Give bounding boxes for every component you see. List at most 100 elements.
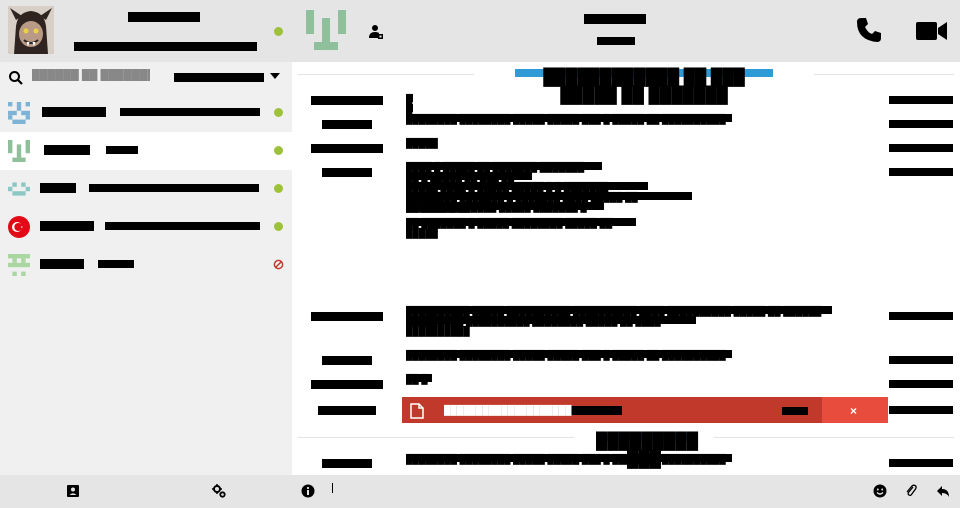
contact-name: █████	[44, 145, 90, 155]
message-line: ██ ███████ █ █████ ████████ █████ ██ ███…	[406, 218, 636, 238]
day-separator-text: ████████████ ██ ███ █████ ██ ███████	[515, 68, 773, 104]
add-contact-icon[interactable]	[66, 484, 80, 498]
file-icon	[410, 403, 424, 419]
contact-item[interactable]: █████ █████	[0, 132, 292, 170]
close-icon: ×	[850, 404, 858, 418]
chat-title: ████████	[584, 14, 646, 24]
message-row[interactable]: ████████ ████████ █████ ███ ██ ███ █ ████ █…	[292, 454, 960, 472]
user-avatar[interactable]	[8, 6, 54, 54]
online-status-dot	[274, 108, 283, 117]
contact-filter-dropdown[interactable]: ██████ ███████	[174, 71, 284, 85]
message-line: █	[406, 94, 413, 104]
message-line: ████████ ████████ █████ █████ ███ █ ████…	[406, 350, 732, 360]
message-time: █████████ ██	[889, 380, 953, 388]
user-settings-icon[interactable]	[368, 24, 384, 40]
day-separator-text: █████████ ███	[596, 432, 699, 468]
contacts-panel: ██████████ █████ ████ ████████████ █████…	[0, 0, 292, 475]
blocked-status-icon	[273, 259, 284, 270]
message-row[interactable]: ████████████ █ █ █████████ ██	[292, 94, 960, 116]
message-time: █████████ ██	[889, 459, 953, 467]
emoji-icon[interactable]	[873, 484, 887, 498]
message-author: ████████████	[311, 380, 383, 389]
message-row[interactable]: ████████ ████████ █████ ███ ██ ███ █ ████ █…	[292, 114, 960, 132]
day-separator-label: ████████████ ██ ███ █████ ██ ███████	[474, 64, 814, 104]
info-icon[interactable]	[301, 484, 315, 498]
chat-header: ████████ █████	[292, 0, 960, 62]
video-camera-icon[interactable]	[916, 18, 948, 44]
message-line: █	[406, 104, 413, 114]
profile-header: ██████████ █████ ████ ████████████	[0, 0, 292, 62]
identicon-teal-icon	[8, 182, 30, 196]
message-row[interactable]: ████████ ████████ █████ ███ ██ ███ █ ████ █…	[292, 350, 960, 368]
message-line: ████████ ████████ █████ █████ ███ █ ████…	[406, 454, 732, 464]
contact-last-message: ██████ ████ ███████ ██ █████	[105, 222, 260, 230]
file-transfer-bar[interactable]: ████████████████████ █ ██ ×	[402, 397, 888, 423]
message-area[interactable]: ████████████ ██ ███ █████ ██ ███████ █ █ █…	[292, 62, 960, 475]
message-text: ████████ ████████ █████ █████ ███ █ ████…	[406, 454, 732, 464]
search-bar: ██████ ██ █████	[0, 62, 292, 94]
app-window: ██████ ██ ██ █████ ████ ████████████ ██ ███…	[0, 0, 960, 508]
turkey-flag-icon	[8, 216, 30, 238]
contact-name: ██████	[40, 221, 94, 231]
profile-status-message[interactable]: █████ ████ ████████████	[74, 42, 257, 51]
contact-item[interactable]: ████ █ ███ ███████ ███ █████ ██ ████	[0, 170, 292, 208]
message-author: ████████████	[311, 144, 383, 153]
profile-name[interactable]: ██████████	[128, 12, 200, 22]
message-row[interactable]: ████████████ █████ █████████ ██	[292, 138, 960, 156]
message-line: ██ ████ █ ██████ █████ ███████ █	[406, 202, 604, 212]
bottom-toolbar	[0, 475, 960, 508]
identicon-lightgreen-icon	[8, 254, 30, 276]
message-author: ████████	[322, 356, 372, 365]
identicon-green-icon[interactable]	[306, 10, 346, 50]
message-author: ████████	[322, 459, 372, 468]
message-author: ████████████	[311, 312, 383, 321]
message-row[interactable]: ██████████ ██ ███ ███████ ███ ██ ████████ ██…	[292, 306, 960, 336]
message-line: ████ █ █████ ██ ███████ ███████	[406, 162, 602, 172]
contact-item[interactable]: ██████ ██████ ████ ███████ ██ █████	[0, 208, 292, 246]
message-text: ████████ ████████ █████ █████ ███ █ ████…	[406, 350, 732, 360]
message-input[interactable]	[330, 483, 850, 499]
reply-icon[interactable]	[936, 484, 950, 498]
message-line: ██ █	[406, 374, 432, 384]
message-text: █████	[406, 138, 438, 148]
online-status-dot[interactable]	[274, 27, 283, 36]
message-line: ████████ ████████ █████ █████ ███ █ ████…	[406, 114, 732, 124]
online-status-dot	[274, 222, 283, 231]
message-time: █████████ ██	[889, 96, 953, 104]
message-line: █████	[406, 138, 438, 148]
contact-name: ████	[40, 183, 76, 193]
message-time: █████████ ██	[889, 120, 953, 128]
message-time: █████████ ██	[889, 168, 953, 176]
chevron-down-icon	[270, 73, 280, 79]
message-text: █ █	[406, 94, 413, 114]
attachment-icon[interactable]	[904, 484, 918, 498]
contact-item[interactable]: █████ ███████	[0, 246, 292, 284]
message-row[interactable]: ████████████ ██ █ █████████ ██	[292, 374, 960, 392]
search-icon	[9, 71, 23, 85]
chat-subtitle: █████	[597, 37, 635, 45]
identicon-green-icon	[8, 140, 30, 162]
filter-label: ██████ ███████	[174, 72, 264, 82]
day-separator-label: █████████ ███	[574, 428, 714, 468]
message-author: ████████	[322, 168, 372, 177]
message-time: █████████ ██	[889, 406, 953, 414]
message-text: ████████ ████████ █████ █████ ███ █ ████…	[406, 114, 732, 124]
contact-item[interactable]: ███████ ████ ██ ███ ███████ █████	[0, 94, 292, 132]
message-line: ██ █ █████ ██ ███ ██	[406, 172, 532, 182]
contact-last-message: █ ███ ███████ ███ █████ ██ ████	[89, 184, 259, 192]
phone-icon[interactable]	[855, 16, 883, 44]
message-text: ██████████ █████ ██████████ ██████████ █…	[406, 306, 832, 336]
message-line: ██████████ █████ ██████████ ██████████ █…	[406, 306, 832, 326]
contact-name: █████	[40, 259, 84, 269]
message-time: █████████ ██	[889, 312, 953, 320]
message-line: █████████ ██████████ ████████ █████ ██ █…	[406, 316, 696, 336]
message-row[interactable]: ████ █ ███ ██ ██ █ █████ █ █ ██████ █ █ █ █████…	[292, 162, 960, 238]
text-cursor	[332, 483, 333, 493]
message-time: █████████ ██	[889, 144, 953, 152]
settings-icon[interactable]	[212, 484, 226, 498]
file-name: ████████████████████	[444, 406, 622, 415]
search-input[interactable]	[32, 68, 150, 82]
cancel-transfer-button[interactable]: ×	[822, 397, 888, 423]
message-line: ████████ ███████ █ ███████ ████ █████ ██…	[406, 192, 692, 212]
message-line: █████ ████ █ █████ █████ █ █ ███████ ███…	[406, 182, 648, 202]
